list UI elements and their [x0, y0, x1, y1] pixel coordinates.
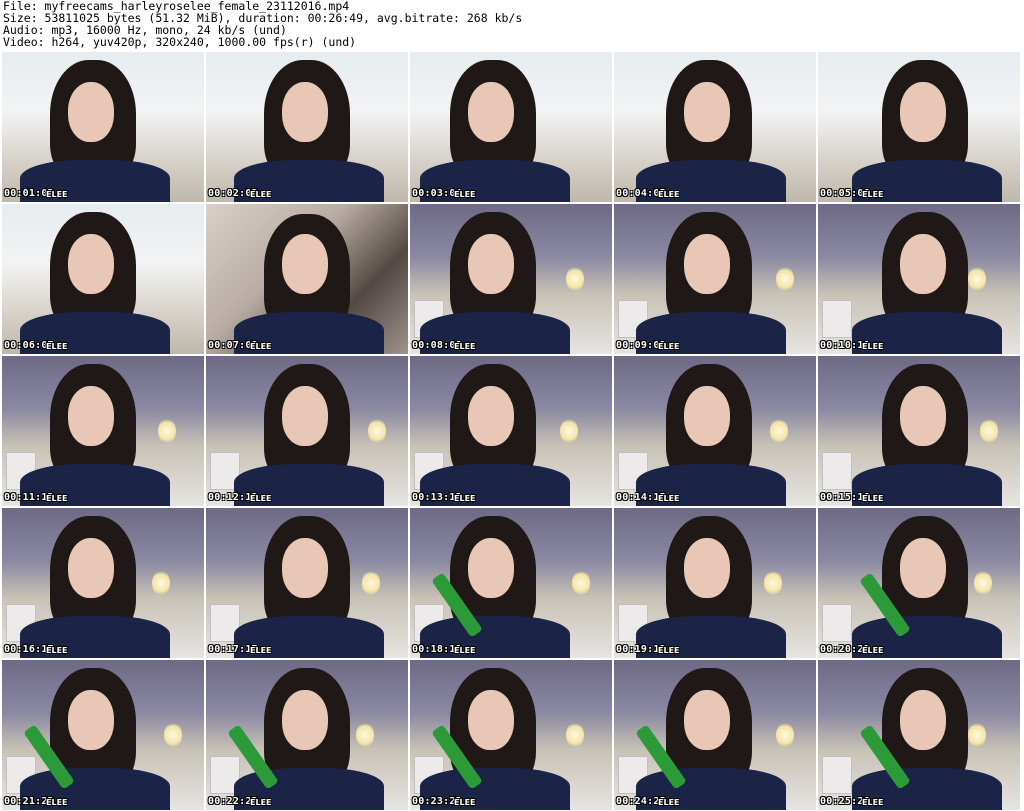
thumbnail-frame: 00:22:23 ELEE: [206, 660, 408, 810]
watermark-label: ELEE: [658, 190, 680, 199]
person-face: [900, 234, 946, 294]
watermark-label: ELEE: [250, 190, 272, 199]
person-face: [68, 234, 114, 294]
thumbnail-frame: 00:03:04 ELEE: [410, 52, 612, 202]
lamp-light: [560, 418, 578, 444]
lamp-light: [356, 722, 374, 748]
lamp-light: [968, 722, 986, 748]
thumbnail-frame: 00:06:07 ELEE: [2, 204, 204, 354]
watermark-label: ELEE: [862, 494, 884, 503]
person-face: [900, 82, 946, 142]
thumbnail-frame: 00:07:08 ELEE: [206, 204, 408, 354]
watermark-label: ELEE: [454, 798, 476, 807]
person-face: [282, 690, 328, 750]
thumbnail-frame: 00:16:17 ELEE: [2, 508, 204, 658]
thumbnail-frame: 00:10:10 ELEE: [818, 204, 1020, 354]
person-face: [684, 386, 730, 446]
thumbnail-frame: 00:17:17 ELEE: [206, 508, 408, 658]
watermark-label: ELEE: [250, 494, 272, 503]
thumbnail-frame: 00:15:16 ELEE: [818, 356, 1020, 506]
thumbnail-frame: 00:25:26 ELEE: [818, 660, 1020, 810]
person-face: [684, 234, 730, 294]
thumbnail-frame: 00:24:25 ELEE: [614, 660, 816, 810]
person-face: [282, 234, 328, 294]
lamp-light: [164, 722, 182, 748]
watermark-label: ELEE: [250, 646, 272, 655]
watermark-label: ELEE: [46, 342, 68, 351]
watermark-label: ELEE: [46, 646, 68, 655]
person-face: [282, 538, 328, 598]
person-face: [68, 386, 114, 446]
watermark-label: ELEE: [250, 342, 272, 351]
lamp-light: [158, 418, 176, 444]
person-face: [900, 538, 946, 598]
watermark-label: ELEE: [862, 190, 884, 199]
person-face: [468, 690, 514, 750]
watermark-label: ELEE: [46, 494, 68, 503]
person-face: [68, 538, 114, 598]
thumbnail-frame: 00:02:03 ELEE: [206, 52, 408, 202]
thumbnail-frame: 00:13:13 ELEE: [410, 356, 612, 506]
lamp-light: [974, 570, 992, 596]
space-heater: [822, 452, 852, 490]
lamp-light: [572, 570, 590, 596]
space-heater: [822, 604, 852, 642]
person-face: [68, 82, 114, 142]
lamp-light: [764, 570, 782, 596]
lamp-light: [968, 266, 986, 292]
space-heater: [822, 300, 852, 338]
lamp-light: [776, 266, 794, 292]
thumbnail-frame: 00:20:21 ELEE: [818, 508, 1020, 658]
person-face: [900, 386, 946, 446]
watermark-label: ELEE: [454, 342, 476, 351]
person-face: [282, 82, 328, 142]
watermark-label: ELEE: [658, 342, 680, 351]
watermark-label: ELEE: [46, 190, 68, 199]
watermark-label: ELEE: [250, 798, 272, 807]
person-face: [468, 386, 514, 446]
thumbnail-frame: 00:04:05 ELEE: [614, 52, 816, 202]
watermark-label: ELEE: [454, 494, 476, 503]
thumbnail-frame: 00:23:23 ELEE: [410, 660, 612, 810]
lamp-light: [566, 266, 584, 292]
thumbnail-frame: 00:08:08 ELEE: [410, 204, 612, 354]
watermark-label: ELEE: [862, 342, 884, 351]
watermark-label: ELEE: [862, 646, 884, 655]
watermark-label: ELEE: [658, 646, 680, 655]
thumbnail-frame: 00:19:19 ELEE: [614, 508, 816, 658]
watermark-label: ELEE: [46, 798, 68, 807]
lamp-light: [566, 722, 584, 748]
watermark-label: ELEE: [454, 190, 476, 199]
watermark-label: ELEE: [658, 798, 680, 807]
thumbnail-frame: 00:14:15 ELEE: [614, 356, 816, 506]
person-face: [282, 386, 328, 446]
lamp-light: [980, 418, 998, 444]
thumbnail-frame: 00:11:12 ELEE: [2, 356, 204, 506]
person-face: [68, 690, 114, 750]
person-face: [468, 82, 514, 142]
thumbnail-frame: 00:05:06 ELEE: [818, 52, 1020, 202]
thumbnail-grid: 00:01:02 ELEE 00:02:03 ELEE 00:03:04 ELEE 00:0…: [0, 0, 1024, 811]
thumbnail-frame: 00:09:09 ELEE: [614, 204, 816, 354]
lamp-light: [776, 722, 794, 748]
lamp-light: [362, 570, 380, 596]
space-heater: [822, 756, 852, 794]
watermark-label: ELEE: [454, 646, 476, 655]
lamp-light: [368, 418, 386, 444]
person-face: [900, 690, 946, 750]
watermark-label: ELEE: [658, 494, 680, 503]
person-face: [468, 234, 514, 294]
thumbnail-frame: 00:21:22 ELEE: [2, 660, 204, 810]
thumbnail-frame: 00:01:02 ELEE: [2, 52, 204, 202]
person-face: [684, 82, 730, 142]
lamp-light: [152, 570, 170, 596]
person-face: [468, 538, 514, 598]
person-face: [684, 538, 730, 598]
person-face: [684, 690, 730, 750]
watermark-label: ELEE: [862, 798, 884, 807]
lamp-light: [770, 418, 788, 444]
thumbnail-frame: 00:18:19 ELEE: [410, 508, 612, 658]
thumbnail-frame: 00:12:13 ELEE: [206, 356, 408, 506]
